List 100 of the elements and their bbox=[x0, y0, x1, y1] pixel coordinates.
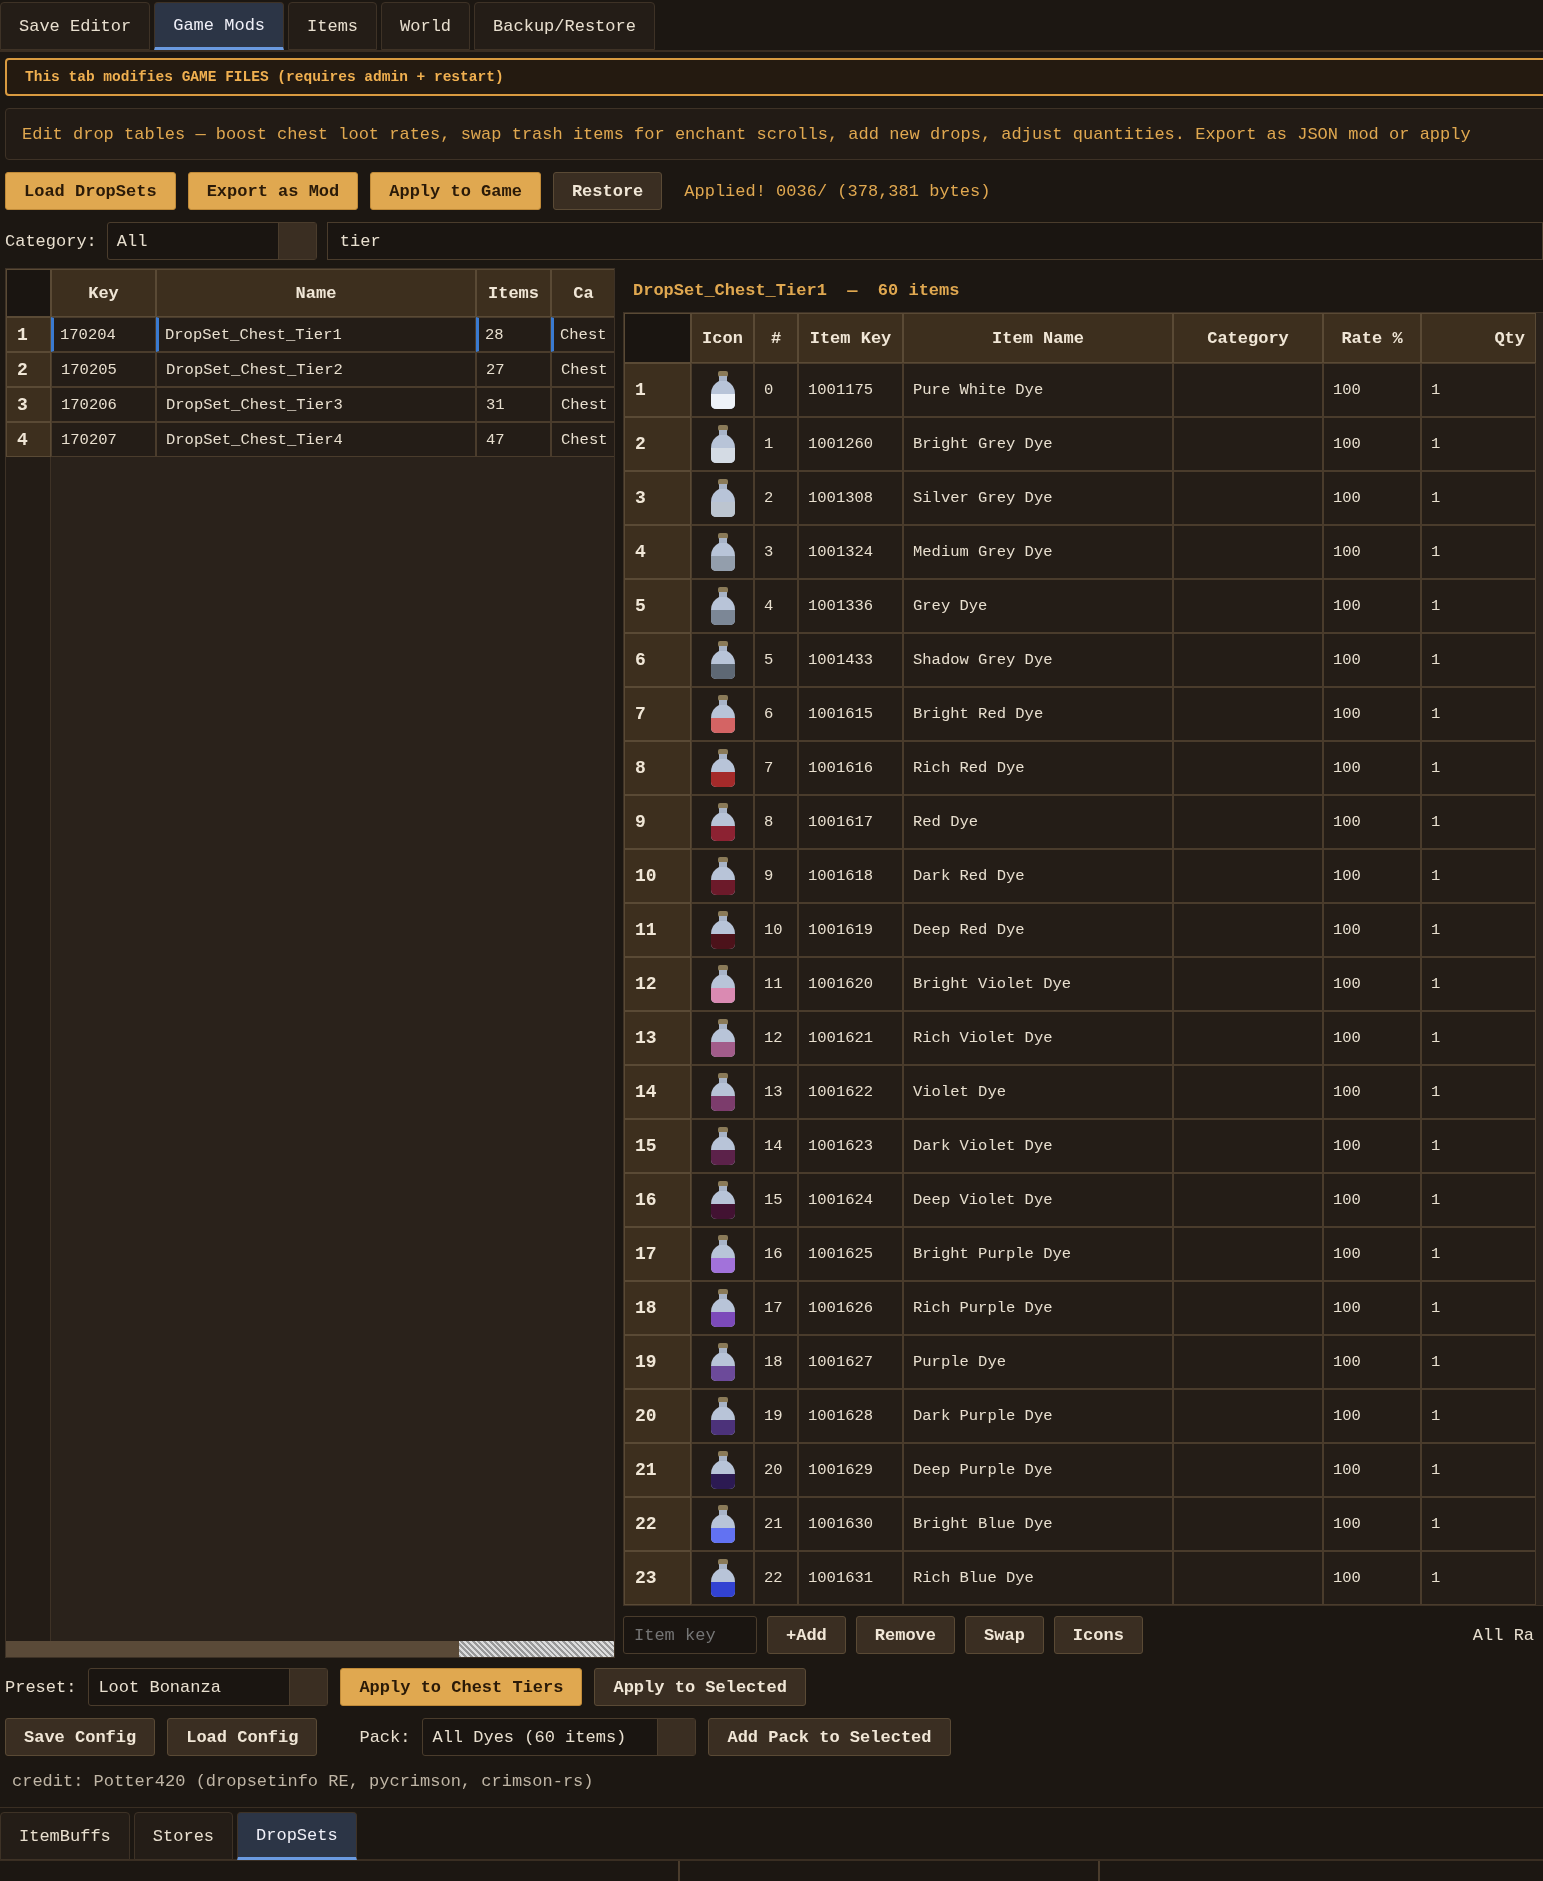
tab[interactable]: World bbox=[381, 2, 471, 50]
table-cell: 1001324 bbox=[798, 525, 903, 579]
table-cell[interactable]: DropSet_Chest_Tier1 bbox=[156, 317, 476, 352]
column-header[interactable]: Icon bbox=[691, 313, 754, 363]
tab[interactable]: DropSets bbox=[237, 1812, 357, 1860]
table-cell[interactable]: 170204 bbox=[51, 317, 156, 352]
tab[interactable]: Items bbox=[288, 2, 378, 50]
config-button[interactable]: Load Config bbox=[167, 1718, 318, 1756]
table-cell: Grey Dye bbox=[903, 579, 1173, 633]
add-pack-button[interactable]: Add Pack to Selected bbox=[708, 1718, 951, 1756]
table-cell[interactable]: 170205 bbox=[51, 352, 156, 387]
table-corner bbox=[6, 269, 51, 317]
row-number: 15 bbox=[624, 1119, 691, 1173]
potion-bottle-icon bbox=[708, 1342, 737, 1382]
table-cell[interactable]: 28 bbox=[476, 317, 551, 352]
table-cell[interactable]: Chest bbox=[551, 317, 614, 352]
table-cell[interactable]: DropSet_Chest_Tier2 bbox=[156, 352, 476, 387]
column-header[interactable]: Items bbox=[476, 269, 551, 317]
tab[interactable]: ItemBuffs bbox=[0, 1812, 130, 1860]
table-cell: 18 bbox=[754, 1335, 798, 1389]
column-header[interactable]: Ca bbox=[551, 269, 614, 317]
table-cell: Rich Purple Dye bbox=[903, 1281, 1173, 1335]
table-cell[interactable]: 47 bbox=[476, 422, 551, 457]
table-cell: Dark Red Dye bbox=[903, 849, 1173, 903]
column-header[interactable]: # bbox=[754, 313, 798, 363]
item-button[interactable]: +Add bbox=[767, 1616, 846, 1654]
table-cell: 1001625 bbox=[798, 1227, 903, 1281]
table-cell: 1 bbox=[1421, 1389, 1536, 1443]
tab[interactable]: Save Editor bbox=[0, 2, 151, 50]
table-cell: 100 bbox=[1323, 1389, 1421, 1443]
table-cell: 1 bbox=[1421, 1281, 1536, 1335]
potion-bottle-icon bbox=[708, 802, 737, 842]
pack-dropdown[interactable]: All Dyes (60 items) bbox=[422, 1718, 697, 1756]
preset-button[interactable]: Apply to Chest Tiers bbox=[340, 1668, 583, 1706]
table-cell[interactable]: 170207 bbox=[51, 422, 156, 457]
table-cell: 0 bbox=[754, 363, 798, 417]
table-cell: 1 bbox=[1421, 1173, 1536, 1227]
table-cell: 1 bbox=[1421, 633, 1536, 687]
search-field[interactable]: tier bbox=[326, 222, 1543, 260]
potion-bottle-icon bbox=[708, 370, 737, 410]
potion-bottle-icon bbox=[708, 910, 737, 950]
table-cell: 100 bbox=[1323, 741, 1421, 795]
table-cell: 1001631 bbox=[798, 1551, 903, 1605]
potion-bottle-icon bbox=[708, 1018, 737, 1058]
column-header[interactable]: Item Key bbox=[798, 313, 903, 363]
table-cell: 1001260 bbox=[798, 417, 903, 471]
category-dropdown[interactable]: All bbox=[106, 222, 317, 260]
column-header[interactable]: Category bbox=[1173, 313, 1323, 363]
table-cell: 3 bbox=[754, 525, 798, 579]
item-key-field[interactable]: Item key bbox=[623, 1616, 757, 1654]
preset-button[interactable]: Apply to Selected bbox=[594, 1668, 806, 1706]
potion-bottle-icon bbox=[708, 586, 737, 626]
table-cell[interactable]: Chest bbox=[551, 387, 614, 422]
action-button[interactable]: Apply to Game bbox=[370, 172, 541, 210]
rate-note-text: All Ra bbox=[1472, 1625, 1535, 1645]
table-cell: Medium Grey Dye bbox=[903, 525, 1173, 579]
row-number: 19 bbox=[624, 1335, 691, 1389]
potion-bottle-icon bbox=[708, 1558, 737, 1598]
preset-dropdown[interactable]: Loot Bonanza bbox=[88, 1668, 329, 1706]
table-cell: 100 bbox=[1323, 363, 1421, 417]
column-header[interactable]: Rate % bbox=[1323, 313, 1421, 363]
horizontal-scrollbar[interactable] bbox=[6, 1641, 614, 1657]
table-cell: Purple Dye bbox=[903, 1335, 1173, 1389]
table-cell: 1001627 bbox=[798, 1335, 903, 1389]
table-cell: 1 bbox=[1421, 525, 1536, 579]
column-header[interactable]: Name bbox=[156, 269, 476, 317]
tab[interactable]: Stores bbox=[133, 1812, 234, 1860]
table-cell: 100 bbox=[1323, 417, 1421, 471]
item-button[interactable]: Swap bbox=[965, 1616, 1044, 1654]
table-cell: 1 bbox=[1421, 1335, 1536, 1389]
table-cell[interactable]: 31 bbox=[476, 387, 551, 422]
row-number: 9 bbox=[624, 795, 691, 849]
table-cell[interactable]: Chest bbox=[551, 352, 614, 387]
item-button[interactable]: Icons bbox=[1053, 1616, 1143, 1654]
column-header[interactable]: Qty bbox=[1421, 313, 1536, 363]
column-header[interactable]: Item Name bbox=[903, 313, 1173, 363]
action-button[interactable]: Export as Mod bbox=[187, 172, 359, 210]
tab[interactable]: Backup/Restore bbox=[474, 2, 655, 50]
table-cell: 1 bbox=[754, 417, 798, 471]
action-button[interactable]: Restore bbox=[552, 172, 663, 210]
config-button[interactable]: Save Config bbox=[5, 1718, 156, 1756]
table-cell: 100 bbox=[1323, 1281, 1421, 1335]
item-button[interactable]: Remove bbox=[855, 1616, 956, 1654]
table-cell: Deep Violet Dye bbox=[903, 1173, 1173, 1227]
pack-label: Pack: bbox=[359, 1727, 411, 1747]
table-cell[interactable]: Chest bbox=[551, 422, 614, 457]
table-cell: 100 bbox=[1323, 579, 1421, 633]
row-number: 1 bbox=[624, 363, 691, 417]
table-cell[interactable]: DropSet_Chest_Tier3 bbox=[156, 387, 476, 422]
table-cell: 100 bbox=[1323, 1551, 1421, 1605]
table-cell[interactable]: DropSet_Chest_Tier4 bbox=[156, 422, 476, 457]
row-number: 3 bbox=[6, 387, 51, 422]
table-cell[interactable]: 170206 bbox=[51, 387, 156, 422]
table-cell: 16 bbox=[754, 1227, 798, 1281]
table-cell[interactable]: 27 bbox=[476, 352, 551, 387]
tab[interactable]: Game Mods bbox=[154, 2, 285, 50]
table-cell: Deep Purple Dye bbox=[903, 1443, 1173, 1497]
column-header[interactable]: Key bbox=[51, 269, 156, 317]
action-button[interactable]: Load DropSets bbox=[5, 172, 176, 210]
table-cell: Bright Blue Dye bbox=[903, 1497, 1173, 1551]
